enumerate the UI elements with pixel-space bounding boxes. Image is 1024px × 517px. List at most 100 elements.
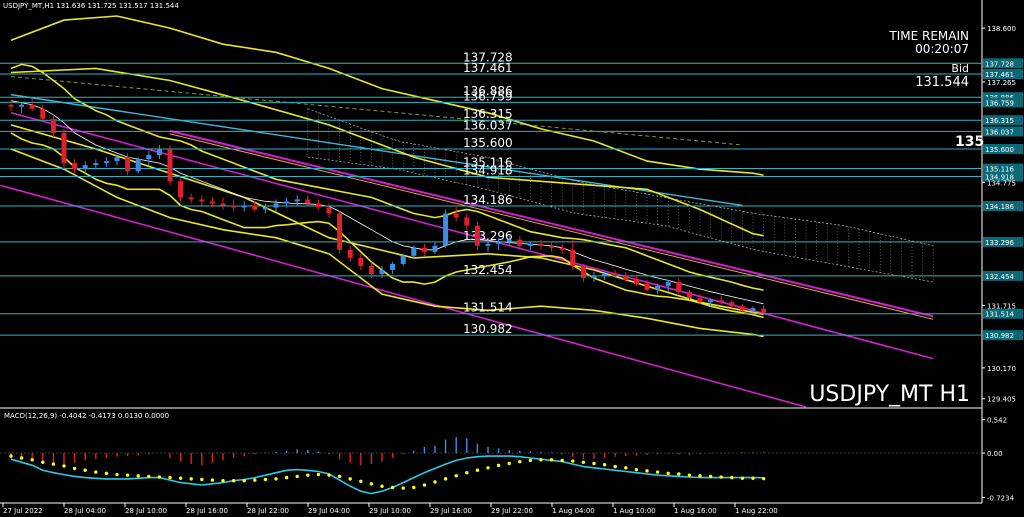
level-axis-label: 137.728: [985, 60, 1014, 68]
level-axis-label: 136.315: [985, 117, 1014, 125]
candle-body: [347, 249, 353, 258]
macd-signal-dot: [104, 471, 109, 476]
macd-signal-dot: [581, 460, 586, 464]
candle-body: [729, 302, 735, 307]
bid-value: 131.544: [915, 75, 969, 90]
candle-body: [411, 247, 417, 256]
candle-body: [538, 243, 544, 246]
level-axis-label: 134.186: [985, 203, 1014, 211]
macd-signal-dot: [518, 459, 522, 464]
candle-body: [506, 239, 512, 242]
candle-body: [655, 286, 661, 291]
candle-body: [199, 199, 205, 202]
candle-body: [178, 181, 184, 198]
candle-body: [527, 243, 533, 246]
macd-signal-dot: [327, 473, 331, 477]
macd-signal-dot: [730, 475, 734, 480]
candle-body: [326, 207, 332, 214]
macd-signal-dot: [465, 471, 469, 475]
macd-signal-dot: [655, 470, 660, 474]
candle-body: [114, 157, 120, 162]
candle-body: [708, 300, 714, 303]
macd-signal-dot: [348, 477, 352, 481]
candle-body: [368, 265, 374, 274]
candle-body: [761, 308, 767, 313]
macd-signal-dot: [433, 480, 437, 484]
candle-body: [315, 203, 321, 208]
level-axis-label: 131.514: [985, 311, 1014, 319]
time-tick-label: 28 Jul 04:00: [64, 507, 106, 515]
macd-signal-dot: [412, 485, 416, 490]
macd-signal-dot: [602, 463, 607, 467]
time-tick-label: 28 Jul 22:00: [247, 507, 289, 515]
level-label: 130.982: [463, 322, 513, 336]
candle-body: [61, 132, 67, 164]
macd-signal-dot: [507, 461, 511, 466]
candle-body: [284, 201, 290, 204]
macd-signal-dot: [19, 456, 24, 460]
price-tick-label: 131.715: [987, 303, 1016, 311]
candle-body: [421, 247, 427, 252]
macd-signal-dot: [284, 475, 289, 480]
macd-signal-dot: [359, 479, 363, 484]
candle-body: [549, 245, 555, 248]
macd-signal-dot: [337, 474, 342, 479]
macd-signal-dot: [645, 469, 649, 473]
macd-signal-dot: [761, 476, 766, 481]
macd-signal-dot: [316, 472, 321, 477]
macd-signal-dot: [634, 467, 639, 472]
macd-signal-dot: [210, 478, 215, 482]
level-label: 131.514: [463, 301, 513, 315]
candle-body: [644, 284, 650, 291]
macd-signal-dot: [147, 474, 151, 479]
macd-tick-label: 0.542: [987, 417, 1007, 425]
price-tick-label: 134.775: [987, 179, 1016, 187]
macd-signal-dot: [231, 479, 236, 483]
macd-signal-dot: [698, 474, 702, 478]
candle-body: [464, 217, 470, 226]
time-tick-label: 29 Jul 04:00: [308, 507, 350, 515]
macd-signal-dot: [157, 475, 162, 479]
price-tick-label: 130.170: [987, 365, 1016, 373]
macd-signal-dot: [687, 473, 692, 477]
trading-chart[interactable]: 137.728137.461136.886136.759136.315136.0…: [0, 0, 1024, 517]
candle-body: [135, 159, 141, 172]
macd-signal-dot: [200, 477, 204, 482]
candle-body: [40, 108, 46, 119]
macd-signal-dot: [274, 477, 278, 481]
candle-body: [262, 207, 268, 210]
macd-tick-label: 0.00: [987, 450, 1003, 458]
time-tick-label: 1 Aug 16:00: [674, 507, 717, 515]
macd-label: MACD(12,26,9) -0.4042 -0.4173 0.0130 0.0…: [4, 412, 169, 420]
time-tick-label: 28 Jul 16:00: [186, 507, 228, 515]
candle-body: [8, 104, 14, 107]
candle-body: [570, 249, 576, 266]
macd-signal-dot: [369, 482, 374, 486]
macd-signal-dot: [9, 454, 13, 458]
candle-body: [612, 273, 618, 277]
level-axis-label: 136.037: [985, 128, 1014, 136]
candle-body: [305, 199, 311, 204]
macd-signal-dot: [189, 477, 193, 481]
macd-signal-dot: [708, 474, 713, 479]
candle-body: [633, 280, 639, 285]
macd-signal-dot: [221, 479, 225, 483]
macd-signal-dot: [666, 471, 670, 476]
candle-body: [337, 213, 343, 250]
macd-signal-dot: [454, 474, 458, 478]
macd-tick-label: -0.7234: [987, 495, 1015, 503]
time-tick-label: 1 Aug 22:00: [735, 507, 778, 515]
candle-body: [72, 163, 78, 170]
candle-body: [676, 282, 682, 293]
macd-signal-dot: [422, 483, 427, 487]
candle-body: [517, 239, 523, 246]
candle-body: [739, 306, 745, 311]
macd-signal-dot: [30, 458, 34, 462]
level-label: 134.186: [463, 193, 513, 207]
macd-signal-dot: [253, 478, 257, 482]
macd-signal-dot: [380, 484, 384, 488]
macd-signal-dot: [94, 470, 98, 474]
candle-body: [188, 197, 194, 200]
candle-body: [358, 257, 364, 266]
symbol-info: USDJPY_MT,H1 131.636 131.725 131.517 131…: [3, 2, 179, 10]
